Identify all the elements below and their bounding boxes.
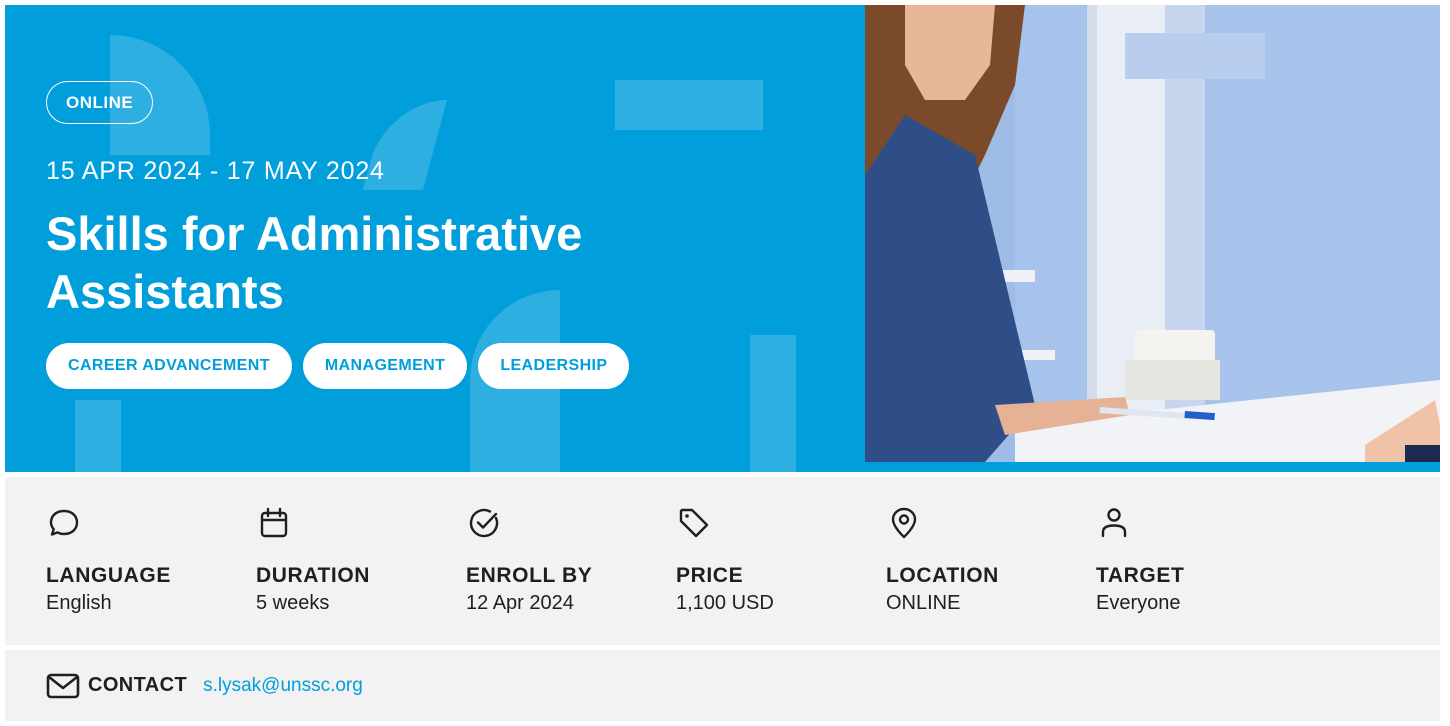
contact-label: CONTACT — [88, 674, 188, 696]
detail-location: LOCATION ONLINE — [886, 505, 1086, 617]
hero-banner: ONLINE 15 APR 2024 - 17 MAY 2024 Skills … — [5, 5, 865, 472]
contact-email-link[interactable]: s.lysak@unssc.org — [203, 675, 363, 697]
tag-management[interactable]: MANAGEMENT — [302, 343, 468, 389]
decorative-shape — [75, 400, 121, 472]
photo-illustration — [865, 5, 1440, 462]
location-pin-icon — [891, 507, 917, 539]
hero-photo — [865, 5, 1440, 462]
detail-enroll-by: ENROLL BY 12 Apr 2024 — [466, 505, 666, 617]
mail-icon — [46, 673, 80, 698]
detail-duration: DURATION 5 weeks — [256, 505, 456, 617]
detail-value: Everyone — [1096, 592, 1181, 614]
detail-value: English — [46, 592, 112, 614]
delivery-mode-badge: ONLINE — [46, 81, 154, 124]
price-tag-icon — [679, 508, 709, 538]
course-hero: ONLINE 15 APR 2024 - 17 MAY 2024 Skills … — [5, 5, 1440, 472]
detail-value: 12 Apr 2024 — [466, 592, 574, 614]
detail-label: PRICE — [676, 564, 744, 587]
detail-value: 1,100 USD — [676, 592, 774, 614]
decorative-shape — [750, 335, 796, 472]
course-title: Skills for Administrative Assistants — [46, 207, 583, 318]
detail-value: 5 weeks — [256, 592, 330, 614]
chat-bubble-icon — [49, 509, 79, 536]
detail-language: LANGUAGE English — [46, 505, 246, 617]
decorative-shape — [615, 80, 763, 130]
check-circle-icon — [469, 508, 499, 538]
detail-label: TARGET — [1096, 564, 1185, 587]
detail-label: DURATION — [256, 564, 371, 587]
detail-value: ONLINE — [886, 592, 961, 614]
tag-career-advancement[interactable]: CAREER ADVANCEMENT — [46, 343, 292, 389]
topic-tags: CAREER ADVANCEMENT MANAGEMENT LEADERSHIP — [46, 343, 630, 389]
course-details-bar: LANGUAGE English DURATION 5 weeks ENROLL… — [5, 477, 1440, 645]
calendar-icon — [260, 507, 288, 538]
person-icon — [1101, 508, 1127, 538]
tag-leadership[interactable]: LEADERSHIP — [478, 343, 630, 389]
detail-label: LOCATION — [886, 564, 999, 587]
hero-bottom-strip — [865, 462, 1440, 472]
detail-label: LANGUAGE — [46, 564, 171, 587]
contact-bar: CONTACT s.lysak@unssc.org — [5, 650, 1440, 721]
course-dates: 15 APR 2024 - 17 MAY 2024 — [46, 157, 385, 185]
detail-price: PRICE 1,100 USD — [676, 505, 876, 617]
detail-label: ENROLL BY — [466, 564, 593, 587]
detail-target: TARGET Everyone — [1096, 505, 1296, 617]
